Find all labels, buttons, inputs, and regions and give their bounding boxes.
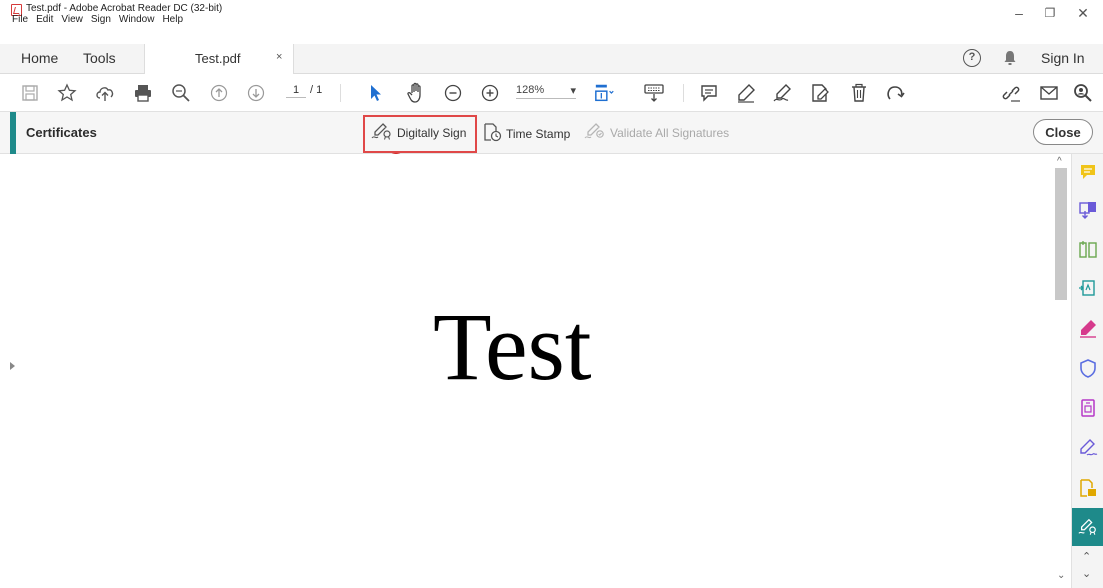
digitally-sign-highlight [363,115,477,153]
menu-help[interactable]: Help [162,14,183,26]
page-number-input[interactable]: 1 [286,84,306,98]
close-certificates-button[interactable]: Close [1033,119,1093,145]
edit-pdf-icon[interactable] [809,82,831,104]
comment-icon[interactable] [698,82,720,104]
sign-icon[interactable] [772,82,794,104]
scrollbar-thumb[interactable] [1055,168,1067,300]
certificates-label: Certificates [26,125,97,140]
search-person-icon[interactable] [1072,82,1094,104]
tab-tools[interactable]: Tools [83,50,116,66]
toolbar-divider [683,84,684,102]
zoom-level-value: 128% [516,84,545,96]
comment-panel-icon[interactable] [1078,162,1098,182]
tab-document[interactable]: Test.pdf × [144,44,294,74]
certificates-tool-active[interactable] [1072,508,1103,546]
menu-bar: File Edit View Sign Window Help [12,14,183,26]
bookmark-star-icon[interactable] [56,82,78,104]
delete-icon[interactable] [848,82,870,104]
protect-icon[interactable] [1078,358,1098,378]
page-total: / 1 [310,84,323,96]
close-window-button[interactable]: ✕ [1068,2,1098,24]
menu-file[interactable]: File [12,14,28,26]
document-view[interactable]: Test [0,154,1070,588]
link-icon[interactable] [1000,82,1022,104]
menu-edit[interactable]: Edit [36,14,53,26]
window-title: Test.pdf - Adobe Acrobat Reader DC (32-b… [26,3,223,14]
menu-window[interactable]: Window [119,14,155,26]
save-icon[interactable] [19,82,41,104]
document-text: Test [433,293,592,400]
tab-row: Home Tools Test.pdf × ? Sign In [0,44,1103,74]
time-stamp-button[interactable]: Time Stamp [482,122,570,145]
right-tools-panel: ⌃ ⌄ [1071,154,1103,588]
prev-page-icon[interactable] [208,82,230,104]
print-icon[interactable] [132,82,154,104]
validate-all-signatures-button[interactable]: Validate All Signatures [584,122,729,143]
certificates-icon [1078,517,1098,537]
notification-bell-icon[interactable] [1003,50,1017,66]
menu-view[interactable]: View [61,14,83,26]
hand-tool-icon[interactable] [405,82,427,104]
menu-sign[interactable]: Sign [91,14,111,26]
time-stamp-icon [482,122,502,145]
certificates-accent-bar [10,112,16,154]
panel-collapse-up-icon[interactable]: ⌃ [1082,550,1091,563]
zoom-out-icon[interactable] [442,82,464,104]
document-tab-label: Test.pdf [195,51,241,66]
upload-cloud-icon[interactable] [94,82,116,104]
export-pdf-icon[interactable] [1078,200,1098,220]
select-cursor-icon[interactable] [365,82,387,104]
validate-all-label: Validate All Signatures [610,125,730,140]
scroll-down-icon[interactable]: ⌄ [1057,570,1065,581]
main-toolbar: 1 / 1 128% ▾ [0,74,1103,112]
organize-pages-icon[interactable] [1078,240,1098,260]
send-comments-icon[interactable] [1078,478,1098,498]
create-pdf-icon[interactable] [1078,278,1098,298]
validate-signature-icon [584,122,606,143]
help-icon[interactable]: ? [963,49,981,67]
tab-home[interactable]: Home [21,50,58,66]
sign-in-link[interactable]: Sign In [1041,50,1085,66]
chevron-down-icon: ▾ [570,85,576,97]
panel-expand-down-icon[interactable]: ⌄ [1082,567,1091,580]
compress-icon[interactable] [1078,398,1098,418]
fill-sign-icon[interactable] [1078,318,1098,338]
toolbar-divider [340,84,341,102]
minimize-button[interactable]: – [1004,2,1034,24]
keyboard-icon[interactable] [643,82,665,104]
zoom-search-icon[interactable] [170,82,192,104]
certificates-toolbar: Certificates Digitally Sign Time Stamp V… [0,112,1103,154]
restore-button[interactable]: ❐ [1035,2,1065,24]
zoom-in-icon[interactable] [479,82,501,104]
email-icon[interactable] [1038,82,1060,104]
vertical-scrollbar[interactable]: ^ ⌄ [1053,154,1071,588]
sign-panel-icon[interactable] [1078,438,1098,458]
highlight-pen-icon[interactable] [735,82,757,104]
scroll-up-icon[interactable]: ^ [1057,156,1062,167]
document-tab-close-icon[interactable]: × [276,51,282,63]
left-panel-toggle-icon[interactable] [10,362,15,370]
zoom-level-select[interactable]: 128% ▾ [516,84,576,99]
rotate-icon[interactable] [884,82,906,104]
time-stamp-label: Time Stamp [506,126,571,141]
next-page-icon[interactable] [245,82,267,104]
page-fit-icon[interactable] [594,82,616,104]
